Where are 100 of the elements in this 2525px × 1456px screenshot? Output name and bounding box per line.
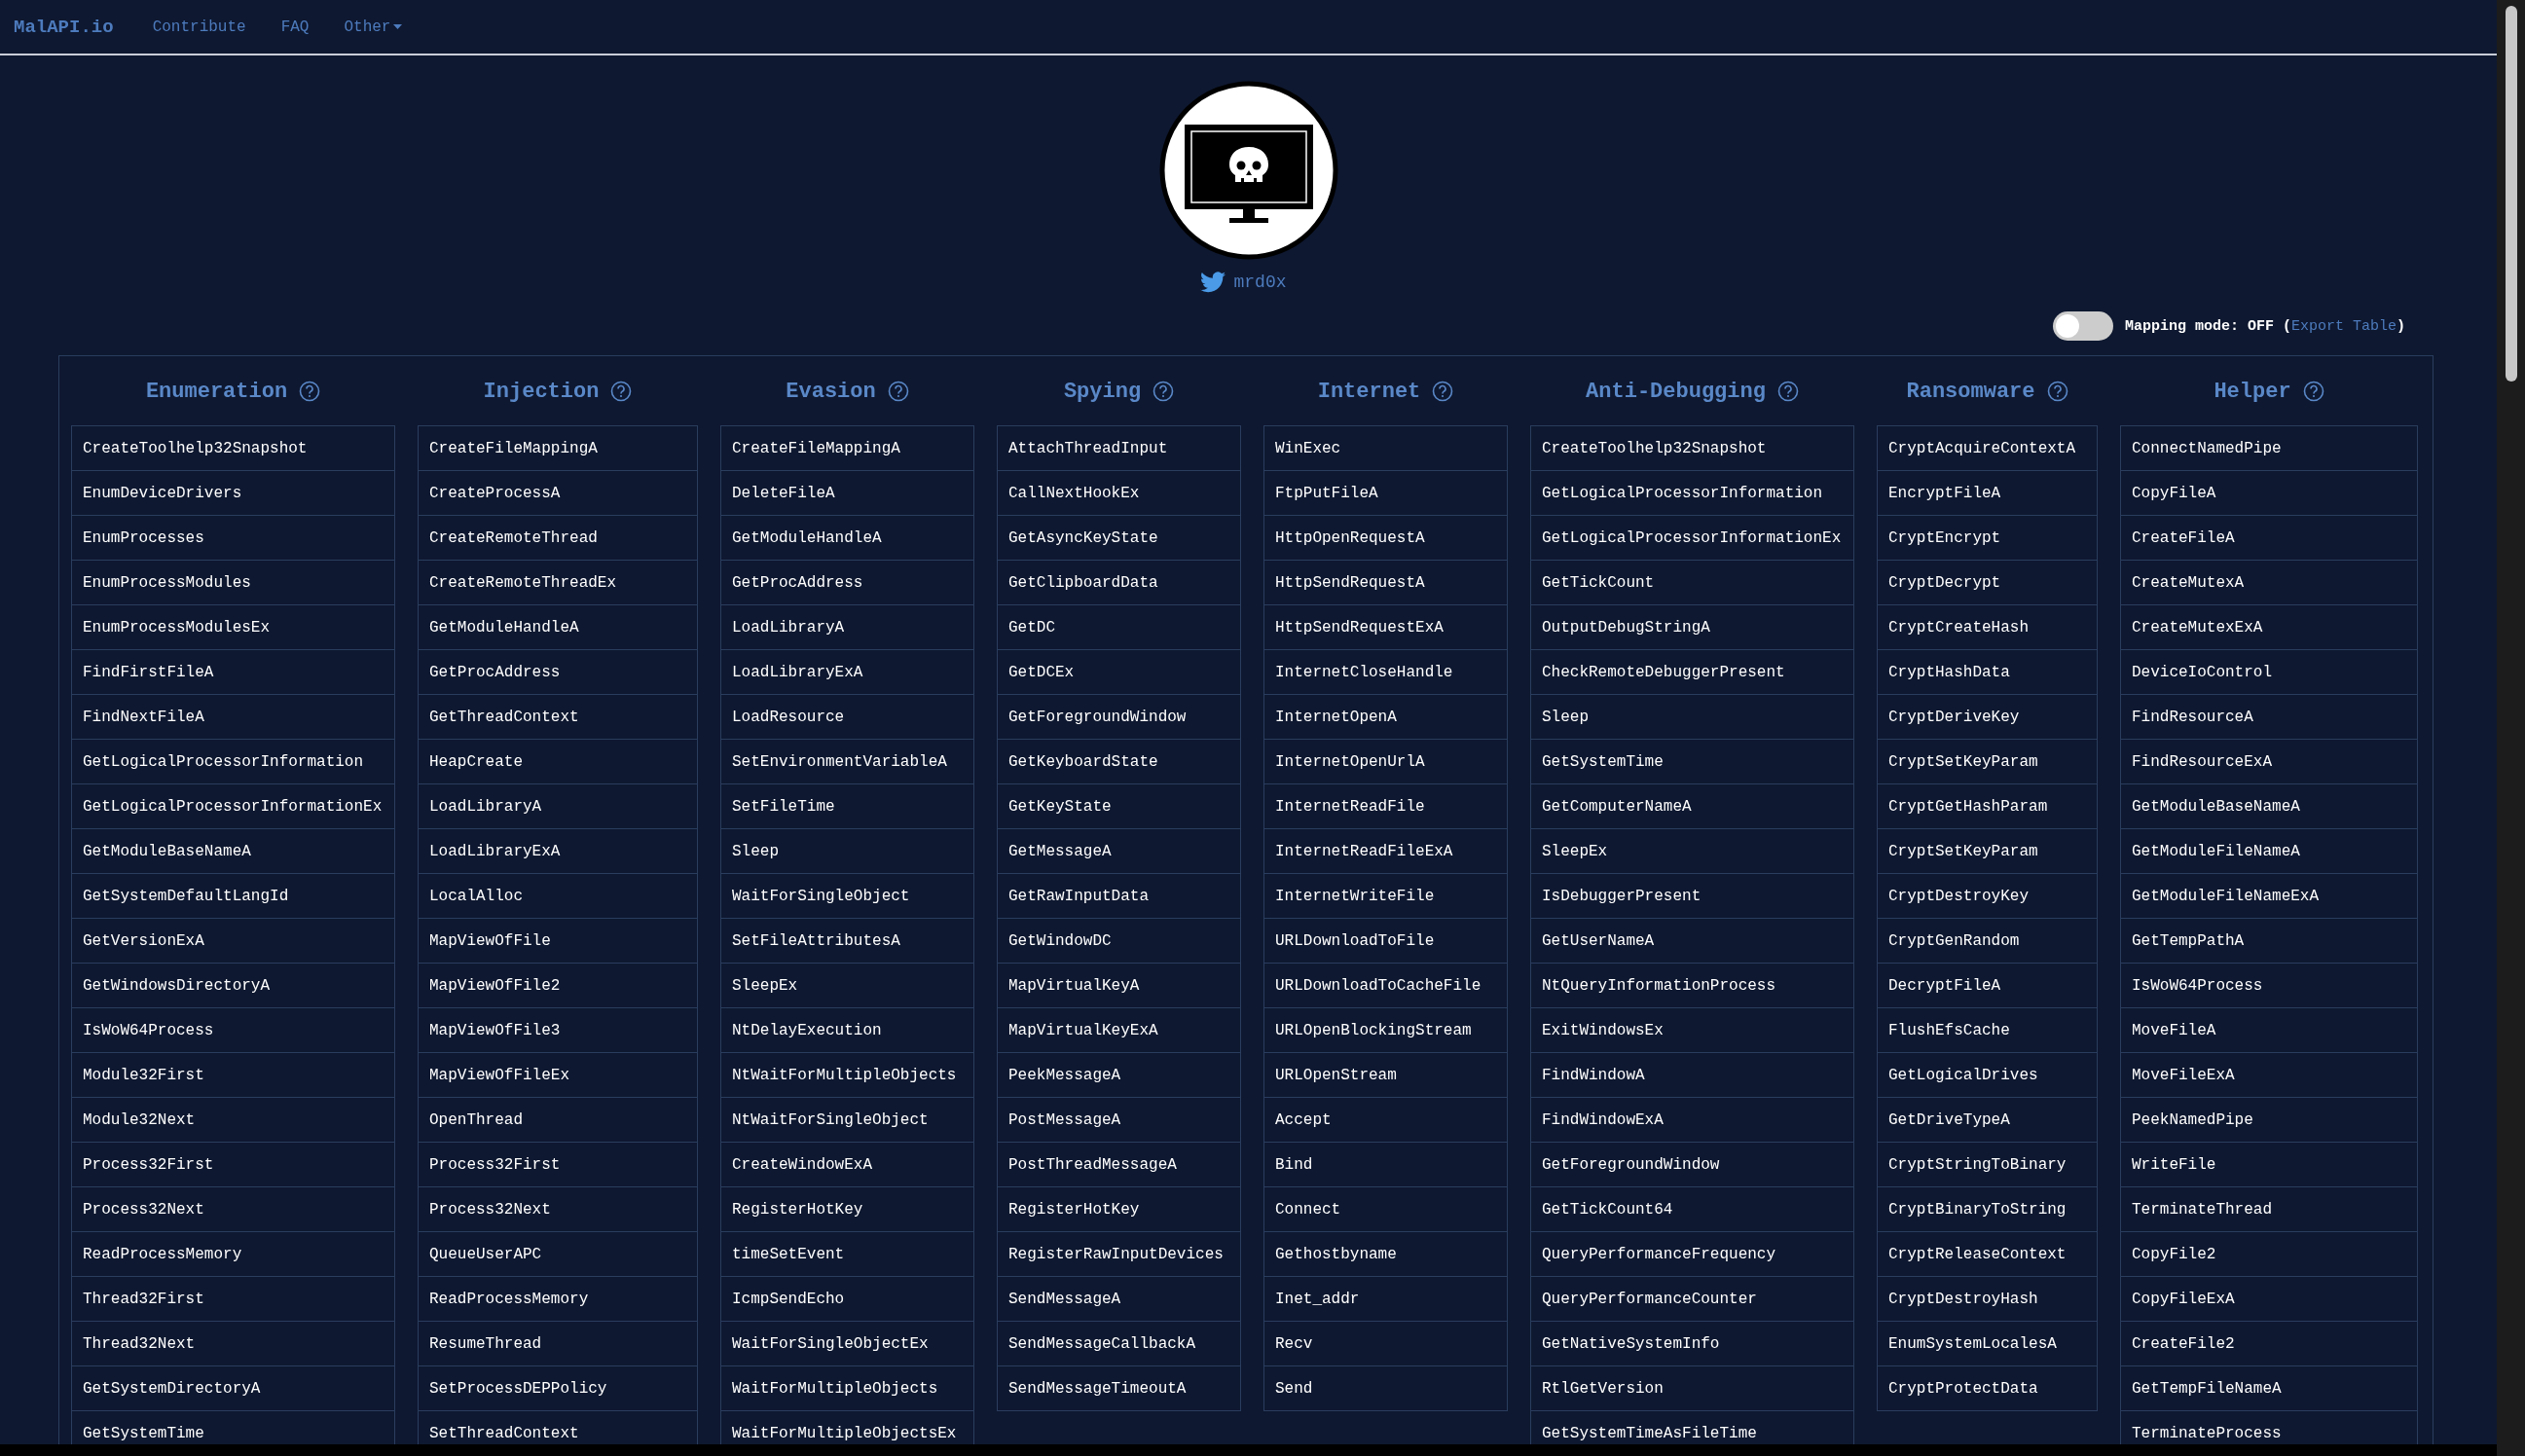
api-link[interactable]: WaitForMultipleObjects — [720, 1365, 974, 1411]
api-link[interactable]: GetWindowDC — [997, 918, 1241, 964]
nav-link[interactable]: Contribute — [152, 18, 246, 36]
api-link[interactable]: CreateWindowExA — [720, 1142, 974, 1187]
api-link[interactable]: GetSystemTime — [1530, 739, 1854, 784]
api-link[interactable]: MoveFileExA — [2120, 1052, 2418, 1098]
api-link[interactable]: GetSystemDirectoryA — [71, 1365, 395, 1411]
api-link[interactable]: CreateFileMappingA — [418, 425, 698, 471]
api-link[interactable]: CryptHashData — [1877, 649, 2098, 695]
api-link[interactable]: PostThreadMessageA — [997, 1142, 1241, 1187]
api-link[interactable]: timeSetEvent — [720, 1231, 974, 1277]
api-link[interactable]: CreateFileA — [2120, 515, 2418, 561]
api-link[interactable]: ReadProcessMemory — [418, 1276, 698, 1322]
api-link[interactable]: ReadProcessMemory — [71, 1231, 395, 1277]
export-link[interactable]: Export Table — [2290, 317, 2397, 335]
api-link[interactable]: InternetCloseHandle — [1263, 649, 1508, 695]
api-link[interactable]: SetThreadContext — [418, 1410, 698, 1444]
api-link[interactable]: GetModuleFileNameExA — [2120, 873, 2418, 919]
api-link[interactable]: InternetReadFileExA — [1263, 828, 1508, 874]
api-link[interactable]: InternetReadFile — [1263, 783, 1508, 829]
help-icon[interactable] — [2046, 381, 2068, 402]
help-icon[interactable] — [1776, 381, 1799, 402]
api-link[interactable]: TerminateProcess — [2120, 1410, 2418, 1444]
api-link[interactable]: GetLogicalProcessorInformation — [1530, 470, 1854, 516]
api-link[interactable]: Gethostbyname — [1263, 1231, 1508, 1277]
api-link[interactable]: CryptBinaryToString — [1877, 1186, 2098, 1232]
api-link[interactable]: FindWindowExA — [1530, 1097, 1854, 1143]
api-link[interactable]: OutputDebugStringA — [1530, 604, 1854, 650]
api-link[interactable]: GetVersionExA — [71, 918, 395, 964]
api-link[interactable]: URLDownloadToCacheFile — [1263, 963, 1508, 1008]
api-link[interactable]: GetNativeSystemInfo — [1530, 1321, 1854, 1366]
api-link[interactable]: CheckRemoteDebuggerPresent — [1530, 649, 1854, 695]
api-link[interactable]: CryptCreateHash — [1877, 604, 2098, 650]
api-link[interactable]: SetFileTime — [720, 783, 974, 829]
api-link[interactable]: URLOpenStream — [1263, 1052, 1508, 1098]
scrollbar[interactable] — [2497, 0, 2525, 1456]
api-link[interactable]: IcmpSendEcho — [720, 1276, 974, 1322]
api-link[interactable]: GetForegroundWindow — [1530, 1142, 1854, 1187]
api-link[interactable]: SleepEx — [1530, 828, 1854, 874]
api-link[interactable]: CreateRemoteThreadEx — [418, 560, 698, 605]
api-link[interactable]: FindWindowA — [1530, 1052, 1854, 1098]
api-link[interactable]: MapViewOfFile3 — [418, 1007, 698, 1053]
api-link[interactable]: GetTempPathA — [2120, 918, 2418, 964]
api-link[interactable]: CryptDecrypt — [1877, 560, 2098, 605]
api-link[interactable]: PeekNamedPipe — [2120, 1097, 2418, 1143]
api-link[interactable]: CryptProtectData — [1877, 1365, 2098, 1411]
api-link[interactable]: Module32First — [71, 1052, 395, 1098]
api-link[interactable]: CryptDeriveKey — [1877, 694, 2098, 740]
api-link[interactable]: WaitForSingleObject — [720, 873, 974, 919]
api-link[interactable]: MapViewOfFileEx — [418, 1052, 698, 1098]
api-link[interactable]: TerminateThread — [2120, 1186, 2418, 1232]
nav-link[interactable]: FAQ — [280, 18, 310, 36]
api-link[interactable]: CreateMutexExA — [2120, 604, 2418, 650]
api-link[interactable]: Module32Next — [71, 1097, 395, 1143]
help-icon[interactable] — [610, 381, 633, 402]
api-link[interactable]: GetDCEx — [997, 649, 1241, 695]
api-link[interactable]: GetComputerNameA — [1530, 783, 1854, 829]
api-link[interactable]: CreateToolhelp32Snapshot — [71, 425, 395, 471]
api-link[interactable]: GetSystemTimeAsFileTime — [1530, 1410, 1854, 1444]
api-link[interactable]: SendMessageA — [997, 1276, 1241, 1322]
api-link[interactable]: HttpOpenRequestA — [1263, 515, 1508, 561]
api-link[interactable]: GetWindowsDirectoryA — [71, 963, 395, 1008]
api-link[interactable]: WaitForMultipleObjectsEx — [720, 1410, 974, 1444]
author-link[interactable]: mrd0x — [1233, 273, 1287, 292]
mapping-toggle[interactable] — [2052, 311, 2113, 341]
api-link[interactable]: URLOpenBlockingStream — [1263, 1007, 1508, 1053]
help-icon[interactable] — [1153, 381, 1175, 402]
api-link[interactable]: NtWaitForMultipleObjects — [720, 1052, 974, 1098]
api-link[interactable]: CreateToolhelp32Snapshot — [1530, 425, 1854, 471]
api-link[interactable]: Send — [1263, 1365, 1508, 1411]
api-link[interactable]: WriteFile — [2120, 1142, 2418, 1187]
api-link[interactable]: RegisterHotKey — [720, 1186, 974, 1232]
api-link[interactable]: RegisterHotKey — [997, 1186, 1241, 1232]
api-link[interactable]: Bind — [1263, 1142, 1508, 1187]
api-link[interactable]: GetForegroundWindow — [997, 694, 1241, 740]
api-link[interactable]: SetFileAttributesA — [720, 918, 974, 964]
api-link[interactable]: RegisterRawInputDevices — [997, 1231, 1241, 1277]
api-link[interactable]: MapVirtualKeyA — [997, 963, 1241, 1008]
api-link[interactable]: GetAsyncKeyState — [997, 515, 1241, 561]
api-link[interactable]: EnumProcessModulesEx — [71, 604, 395, 650]
api-link[interactable]: CreateFileMappingA — [720, 425, 974, 471]
api-link[interactable]: GetLogicalDrives — [1877, 1052, 2098, 1098]
api-link[interactable]: NtDelayExecution — [720, 1007, 974, 1053]
api-link[interactable]: GetLogicalProcessorInformation — [71, 739, 395, 784]
api-link[interactable]: CreateMutexA — [2120, 560, 2418, 605]
api-link[interactable]: GetModuleHandleA — [720, 515, 974, 561]
api-link[interactable]: CryptReleaseContext — [1877, 1231, 2098, 1277]
api-link[interactable]: CopyFileExA — [2120, 1276, 2418, 1322]
api-link[interactable]: InternetOpenA — [1263, 694, 1508, 740]
api-link[interactable]: CreateFile2 — [2120, 1321, 2418, 1366]
api-link[interactable]: CreateProcessA — [418, 470, 698, 516]
api-link[interactable]: GetMessageA — [997, 828, 1241, 874]
api-link[interactable]: HttpSendRequestA — [1263, 560, 1508, 605]
api-link[interactable]: QueueUserAPC — [418, 1231, 698, 1277]
api-link[interactable]: GetClipboardData — [997, 560, 1241, 605]
api-link[interactable]: GetSystemDefaultLangId — [71, 873, 395, 919]
api-link[interactable]: Accept — [1263, 1097, 1508, 1143]
help-icon[interactable] — [2302, 381, 2324, 402]
api-link[interactable]: Inet_addr — [1263, 1276, 1508, 1322]
api-link[interactable]: SleepEx — [720, 963, 974, 1008]
